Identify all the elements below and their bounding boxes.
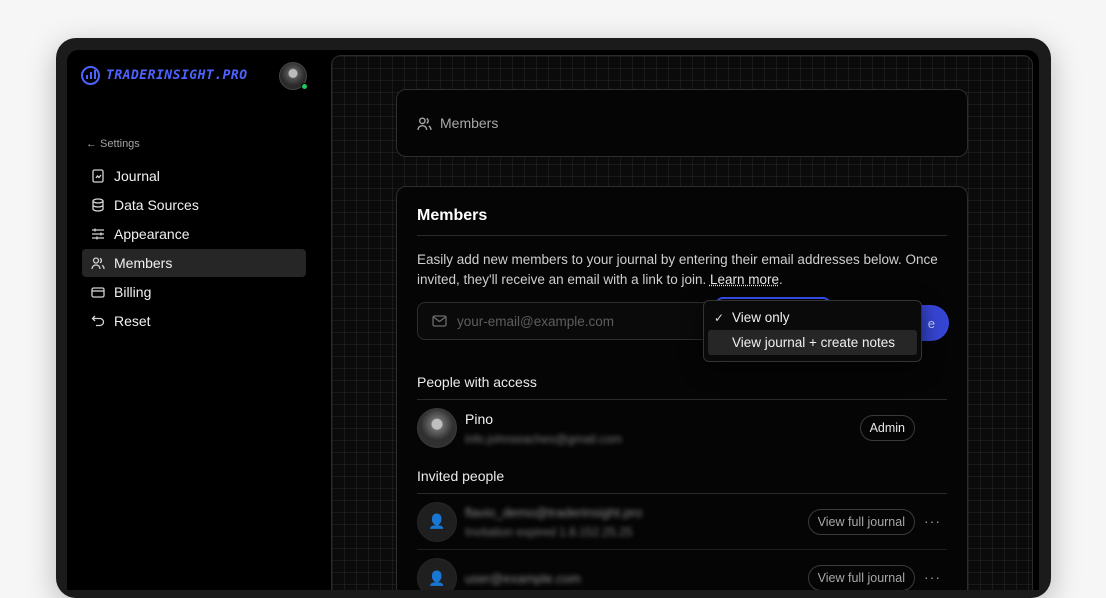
undo-icon [91,314,105,328]
dropdown-option-label: View only [732,310,790,325]
brand-name: TRADERINSIGHT.PRO [106,68,248,83]
brand-logo[interactable]: TRADERINSIGHT.PRO [81,66,248,85]
email-input[interactable]: your-email@example.com [417,302,717,340]
invitation-status: Invitation expired 1.8.152.25.25 [465,525,642,539]
chart-logo-icon [81,66,100,85]
role-select[interactable]: View full journal [808,509,915,535]
invited-people-heading: Invited people [417,468,947,494]
section-heading: Members [417,207,947,236]
dropdown-option-view-only[interactable]: ✓ View only [708,305,917,330]
members-description: Easily add new members to your journal b… [417,250,947,290]
invite-row: your-email@example.com e ✓ View only Vie… [417,302,947,340]
page-title: Members [440,115,498,131]
more-options-icon[interactable]: ··· [924,569,941,585]
user-avatar[interactable] [279,62,307,90]
user-placeholder-icon: 👤 [417,558,457,590]
journal-icon [91,169,105,183]
dropdown-option-label: View journal + create notes [732,335,895,350]
sliders-icon [91,227,105,241]
settings-nav: Journal Data Sources Appearance Members … [82,162,306,336]
invited-info: user@example.com [465,571,581,586]
role-select[interactable]: View full journal [808,565,915,590]
member-email: info.johnseaches@gmail.com [465,432,622,446]
sidebar-item-label: Reset [114,313,151,329]
dropdown-option-view-journal-create-notes[interactable]: View journal + create notes [708,330,917,355]
learn-more-link[interactable]: Learn more [710,272,779,287]
invited-email: user@example.com [465,571,581,586]
sidebar-item-label: Data Sources [114,197,199,213]
sidebar-item-members[interactable]: Members [82,249,306,277]
people-with-access-heading: People with access [417,374,947,400]
invited-info: flavio_demo@traderinsight.pro Invitation… [465,505,642,539]
back-to-settings-link[interactable]: ← Settings [86,138,140,150]
online-status-dot [301,83,308,90]
main-content: Members Members Easily add new members t… [331,55,1033,590]
member-name: Pino [465,411,622,427]
users-icon [91,256,105,270]
invited-row: 👤 user@example.com View full journal ··· [417,550,947,590]
sidebar-item-billing[interactable]: Billing [82,278,306,306]
page-header-card: Members [396,89,968,157]
description-text: Easily add new members to your journal b… [417,252,938,287]
sidebar-item-label: Appearance [114,226,190,242]
sidebar-item-appearance[interactable]: Appearance [82,220,306,248]
sidebar-item-label: Journal [114,168,160,184]
permission-dropdown: ✓ View only View journal + create notes [703,300,922,362]
invite-button-label: e [928,316,935,331]
check-icon: ✓ [714,311,726,325]
member-info: Pino info.johnseaches@gmail.com [465,411,622,446]
avatar [417,408,457,448]
invited-email: flavio_demo@traderinsight.pro [465,505,642,520]
user-placeholder-icon: 👤 [417,502,457,542]
sidebar-item-journal[interactable]: Journal [82,162,306,190]
role-badge[interactable]: Admin [860,415,915,441]
app-screen: TRADERINSIGHT.PRO ← Settings Journal Dat… [67,50,1039,590]
sidebar-item-data-sources[interactable]: Data Sources [82,191,306,219]
credit-card-icon [91,285,105,299]
email-placeholder: your-email@example.com [457,314,614,329]
sidebar-item-label: Members [114,255,172,271]
sidebar-item-label: Billing [114,284,151,300]
member-row: Pino info.johnseaches@gmail.com Admin [417,400,947,456]
members-card: Members Easily add new members to your j… [396,186,968,590]
more-options-icon[interactable]: ··· [924,513,941,529]
users-icon [417,116,432,131]
sidebar-item-reset[interactable]: Reset [82,307,306,335]
database-icon [91,198,105,212]
sidebar: TRADERINSIGHT.PRO ← Settings Journal Dat… [67,50,329,590]
mail-icon [432,315,447,327]
invited-row: 👤 flavio_demo@traderinsight.pro Invitati… [417,494,947,550]
